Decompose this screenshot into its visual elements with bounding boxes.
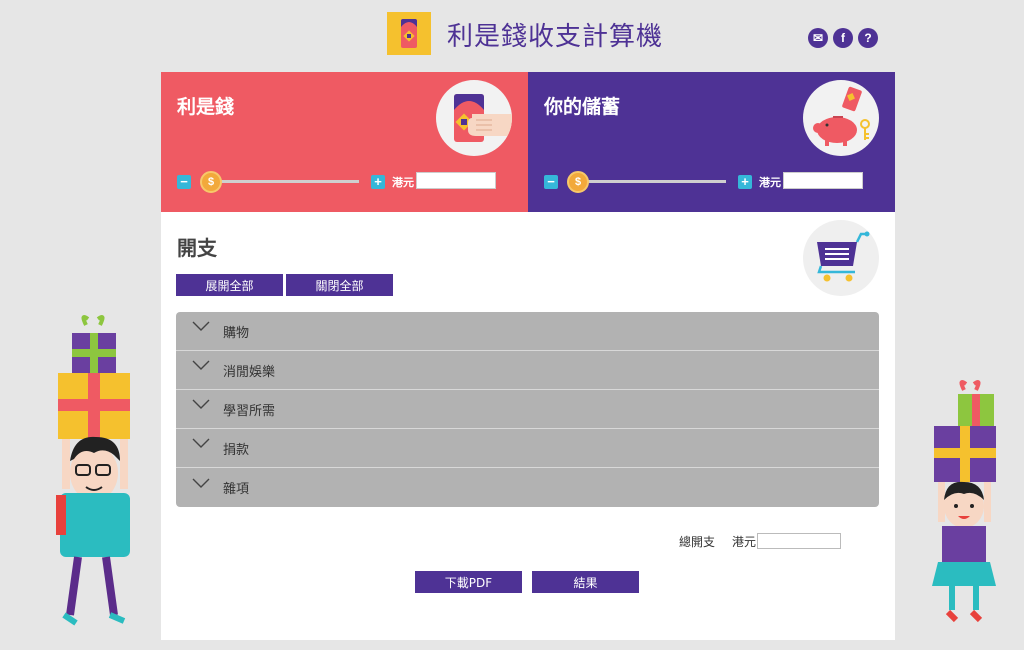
boy-with-gifts-illustration	[40, 315, 150, 635]
piggy-bank-icon	[803, 80, 879, 156]
savings-plus-button[interactable]: +	[738, 175, 752, 189]
chevron-down-icon	[192, 321, 210, 331]
accordion-label: 消閒娛樂	[223, 364, 276, 380]
lucky-money-panel: 利是錢 − $ + 港元	[161, 72, 528, 212]
header-icons: ✉ f ?	[808, 28, 878, 48]
total-expense-label: 總開支	[679, 535, 716, 549]
total-expense-currency: 港元	[732, 535, 757, 549]
chevron-down-icon	[192, 399, 210, 409]
facebook-icon[interactable]: f	[833, 28, 853, 48]
download-pdf-button[interactable]: 下載PDF	[415, 571, 522, 593]
lucky-money-amount-input[interactable]	[416, 172, 496, 189]
lucky-money-minus-button[interactable]: −	[177, 175, 191, 189]
accordion-item-entertainment[interactable]: 消閒娛樂	[176, 351, 879, 390]
savings-title: 你的儲蓄	[544, 96, 621, 118]
chevron-down-icon	[192, 438, 210, 448]
savings-slider-row: − $ + 港元	[544, 170, 874, 194]
red-packet-hand-icon	[436, 80, 512, 156]
savings-panel: 你的儲蓄 − $ + 港元	[528, 72, 895, 212]
red-packet-logo-icon	[401, 19, 417, 48]
lucky-money-currency: 港元	[392, 176, 414, 189]
accordion-item-shopping[interactable]: 購物	[176, 312, 879, 351]
accordion-label: 捐款	[223, 442, 250, 458]
accordion-item-donation[interactable]: 捐款	[176, 429, 879, 468]
accordion-item-study[interactable]: 學習所需	[176, 390, 879, 429]
lucky-money-plus-button[interactable]: +	[371, 175, 385, 189]
savings-slider-knob[interactable]: $	[567, 171, 589, 193]
lucky-money-slider-track[interactable]	[217, 180, 359, 183]
chevron-down-icon	[192, 360, 210, 370]
girl-with-gifts-illustration	[920, 380, 1010, 630]
accordion-label: 學習所需	[223, 403, 276, 419]
app-logo	[387, 12, 431, 55]
lucky-money-title: 利是錢	[177, 96, 235, 118]
savings-minus-button[interactable]: −	[544, 175, 558, 189]
calculator-card: 利是錢 − $ + 港元 你的儲蓄 − $ + 港元 開支 展開全部 關閉全部 …	[161, 72, 895, 640]
expand-all-button[interactable]: 展開全部	[176, 274, 283, 296]
collapse-all-button[interactable]: 關閉全部	[286, 274, 393, 296]
mail-icon[interactable]: ✉	[808, 28, 828, 48]
accordion-label: 購物	[223, 325, 250, 341]
savings-currency: 港元	[759, 176, 781, 189]
total-expense-input[interactable]	[757, 533, 841, 549]
accordion-label: 雜項	[223, 482, 250, 497]
lucky-money-slider-row: − $ + 港元	[177, 170, 507, 194]
savings-slider-track[interactable]	[584, 180, 726, 183]
app-title: 利是錢收支計算機	[447, 22, 664, 52]
result-button[interactable]: 結果	[532, 571, 639, 593]
lucky-money-slider-knob[interactable]: $	[200, 171, 222, 193]
help-icon[interactable]: ?	[858, 28, 878, 48]
savings-amount-input[interactable]	[783, 172, 863, 189]
expenses-title: 開支	[177, 236, 217, 260]
chevron-down-icon	[192, 478, 210, 488]
shopping-cart-icon	[803, 220, 879, 296]
expense-accordion: 購物 消閒娛樂 學習所需 捐款 雜項	[176, 312, 879, 507]
accordion-item-misc[interactable]: 雜項	[176, 468, 879, 507]
